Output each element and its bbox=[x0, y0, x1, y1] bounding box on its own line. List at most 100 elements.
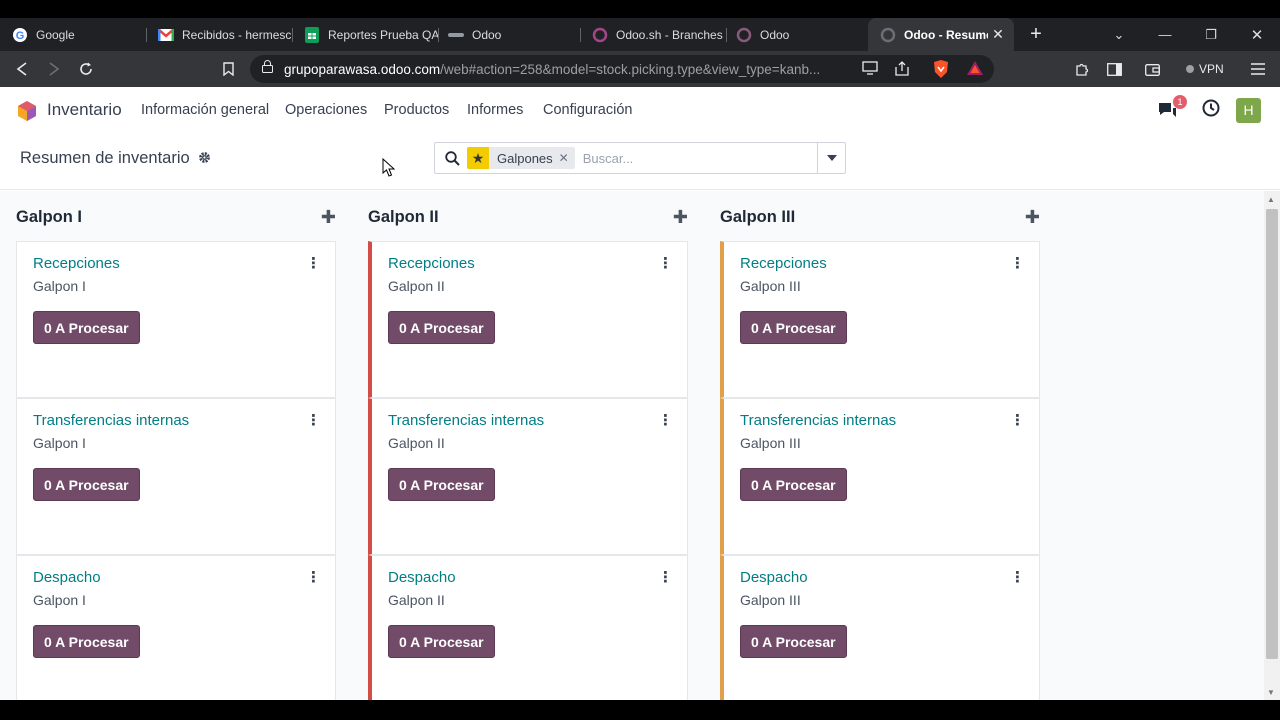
reload-icon[interactable] bbox=[72, 55, 100, 83]
bookmark-icon[interactable] bbox=[214, 55, 242, 83]
menu-productos[interactable]: Productos bbox=[384, 102, 449, 118]
browser-tab[interactable]: Reportes Prueba QA bbox=[292, 18, 438, 51]
user-menu[interactable]: H bbox=[1236, 97, 1261, 123]
remove-facet-icon[interactable]: ✕ bbox=[559, 151, 575, 165]
app-name[interactable]: Inventario bbox=[47, 100, 122, 120]
wallet-icon[interactable] bbox=[1138, 55, 1166, 83]
kebab-menu-icon[interactable]: ⋮ bbox=[1010, 411, 1025, 429]
to-process-button[interactable]: 0 A Procesar bbox=[740, 468, 847, 501]
brave-shield-icon[interactable] bbox=[932, 59, 950, 84]
vpn-label: VPN bbox=[1199, 62, 1224, 76]
menu-operaciones[interactable]: Operaciones bbox=[285, 102, 367, 118]
card-subtitle: Galpon III bbox=[740, 592, 801, 608]
share-icon[interactable] bbox=[894, 61, 910, 81]
to-process-button[interactable]: 0 A Procesar bbox=[740, 311, 847, 344]
add-plus-icon[interactable]: ✚ bbox=[1025, 207, 1040, 228]
card-subtitle: Galpon III bbox=[740, 435, 801, 451]
kebab-menu-icon[interactable]: ⋮ bbox=[658, 568, 673, 586]
chat-badge: 1 bbox=[1173, 95, 1187, 109]
browser-tab-active[interactable]: Odoo - Resumen ✕ bbox=[868, 18, 1014, 51]
vpn-button[interactable]: VPN bbox=[1186, 55, 1224, 83]
card-subtitle: Galpon I bbox=[33, 592, 86, 608]
scroll-down-arrow-icon[interactable]: ▼ bbox=[1267, 688, 1275, 697]
tab-title: Odoo - Resumen bbox=[904, 27, 988, 42]
to-process-button[interactable]: 0 A Procesar bbox=[388, 468, 495, 501]
svg-text:G: G bbox=[16, 30, 25, 42]
scrollbar-thumb[interactable] bbox=[1266, 209, 1278, 659]
to-process-button[interactable]: 0 A Procesar bbox=[33, 468, 140, 501]
card-subtitle: Galpon I bbox=[33, 278, 86, 294]
browser-tab[interactable]: Odoo bbox=[724, 18, 870, 51]
tab-title: Google bbox=[36, 27, 75, 42]
search-input[interactable]: Buscar... bbox=[583, 151, 817, 166]
odoo-runbot-icon bbox=[448, 27, 464, 43]
card-title[interactable]: Transferencias internas bbox=[740, 412, 896, 429]
tab-title: Reportes Prueba QA bbox=[328, 27, 438, 42]
browser-tab[interactable]: Odoo.sh - Branches bbox=[580, 18, 726, 51]
gear-icon[interactable] bbox=[198, 151, 211, 167]
to-process-button[interactable]: 0 A Procesar bbox=[740, 625, 847, 658]
restore-icon[interactable]: ❐ bbox=[1188, 18, 1234, 51]
new-tab-plus-icon[interactable]: + bbox=[1024, 18, 1048, 51]
to-process-button[interactable]: 0 A Procesar bbox=[33, 625, 140, 658]
menu-informacion-general[interactable]: Información general bbox=[141, 102, 269, 118]
card-title[interactable]: Recepciones bbox=[388, 255, 475, 272]
browser-tab[interactable]: Odoo bbox=[436, 18, 582, 51]
card-title[interactable]: Recepciones bbox=[33, 255, 120, 272]
search-options-toggle[interactable] bbox=[817, 143, 845, 173]
forward-icon[interactable] bbox=[40, 55, 68, 83]
kanban-card: Recepciones Galpon II 0 A Procesar ⋮ bbox=[368, 241, 688, 398]
card-title[interactable]: Despacho bbox=[740, 569, 808, 586]
control-panel: Resumen de inventario ★ Galpones ✕ Busca… bbox=[0, 133, 1280, 190]
card-title[interactable]: Despacho bbox=[388, 569, 456, 586]
search-facet[interactable]: ★ Galpones ✕ bbox=[467, 147, 575, 169]
add-plus-icon[interactable]: ✚ bbox=[321, 207, 336, 228]
scroll-up-arrow-icon[interactable]: ▲ bbox=[1267, 195, 1275, 204]
close-window-icon[interactable]: ✕ bbox=[1234, 18, 1280, 51]
google-icon: G bbox=[12, 27, 28, 43]
kebab-menu-icon[interactable]: ⋮ bbox=[306, 411, 321, 429]
brave-rewards-icon[interactable] bbox=[966, 60, 984, 81]
breadcrumb: Resumen de inventario bbox=[20, 149, 211, 168]
chat-button[interactable]: 1 bbox=[1157, 95, 1187, 123]
menu-informes[interactable]: Informes bbox=[467, 102, 523, 118]
caret-down-icon bbox=[826, 155, 837, 161]
tab-search-chevron-icon[interactable]: ⌄ bbox=[1096, 18, 1142, 51]
card-title[interactable]: Despacho bbox=[33, 569, 101, 586]
browser-tab[interactable]: Recibidos - hermesc bbox=[146, 18, 292, 51]
column-header: Galpon I ✚ bbox=[16, 191, 336, 241]
card-title[interactable]: Transferencias internas bbox=[388, 412, 544, 429]
kebab-menu-icon[interactable]: ⋮ bbox=[658, 411, 673, 429]
to-process-button[interactable]: 0 A Procesar bbox=[388, 625, 495, 658]
back-icon[interactable] bbox=[8, 55, 36, 83]
kebab-menu-icon[interactable]: ⋮ bbox=[306, 254, 321, 272]
browser-menu-icon[interactable] bbox=[1244, 55, 1272, 83]
sidebar-icon[interactable] bbox=[1100, 55, 1128, 83]
card-title[interactable]: Recepciones bbox=[740, 255, 827, 272]
activity-button[interactable] bbox=[1201, 97, 1221, 123]
kebab-menu-icon[interactable]: ⋮ bbox=[1010, 568, 1025, 586]
search-bar[interactable]: ★ Galpones ✕ Buscar... bbox=[434, 142, 846, 174]
kebab-menu-icon[interactable]: ⋮ bbox=[658, 254, 673, 272]
card-subtitle: Galpon I bbox=[33, 435, 86, 451]
kanban-card: Transferencias internas Galpon II 0 A Pr… bbox=[368, 398, 688, 555]
close-tab-icon[interactable]: ✕ bbox=[988, 26, 1008, 43]
vertical-scrollbar[interactable]: ▲ ▼ bbox=[1264, 191, 1280, 700]
card-subtitle: Galpon II bbox=[388, 278, 445, 294]
browser-tab[interactable]: G Google bbox=[0, 18, 146, 51]
tab-title: Odoo bbox=[472, 27, 502, 42]
menu-configuracion[interactable]: Configuración bbox=[543, 102, 632, 118]
card-title[interactable]: Transferencias internas bbox=[33, 412, 189, 429]
address-bar[interactable]: grupoparawasa.odoo.com/web#action=258&mo… bbox=[250, 55, 994, 83]
url-path: /web#action=258&model=stock.picking.type… bbox=[440, 61, 821, 77]
odoo-app: Inventario Información general Operacion… bbox=[0, 87, 1280, 700]
to-process-button[interactable]: 0 A Procesar bbox=[388, 311, 495, 344]
extensions-icon[interactable] bbox=[1068, 55, 1096, 83]
minimize-icon[interactable]: — bbox=[1142, 18, 1188, 51]
add-plus-icon[interactable]: ✚ bbox=[673, 207, 688, 228]
kebab-menu-icon[interactable]: ⋮ bbox=[1010, 254, 1025, 272]
url-host: grupoparawasa.odoo.com bbox=[284, 61, 441, 77]
to-process-button[interactable]: 0 A Procesar bbox=[33, 311, 140, 344]
kebab-menu-icon[interactable]: ⋮ bbox=[306, 568, 321, 586]
install-app-icon[interactable] bbox=[862, 61, 878, 80]
